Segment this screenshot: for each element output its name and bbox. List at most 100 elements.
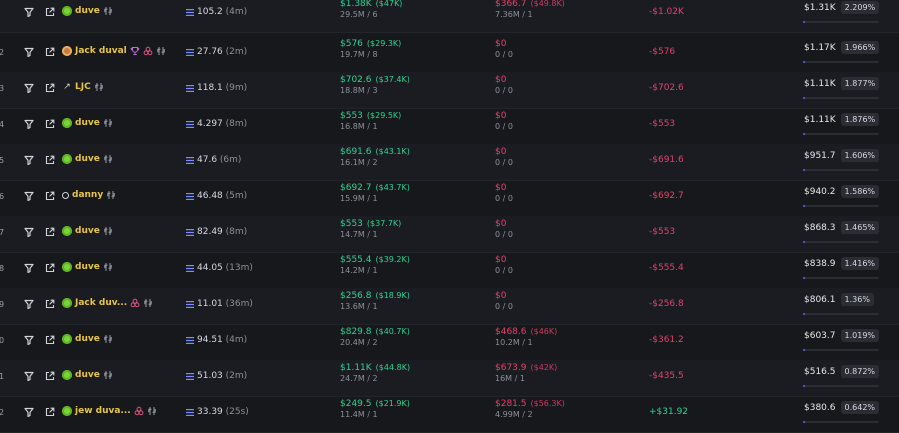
external-link-icon[interactable]: [45, 47, 55, 57]
filter-icon[interactable]: [24, 263, 34, 273]
external-link-icon[interactable]: [45, 7, 55, 17]
trader-cell[interactable]: danny: [62, 190, 116, 200]
bought-cell: 51.03 (2m): [197, 371, 247, 381]
trader-cell[interactable]: duve: [62, 154, 113, 164]
table-row[interactable]: 5 duve 47.6 (6m) $691.6 ($43.1K) 16.1M / 2 $0 0…: [0, 144, 899, 181]
invested-usd: ($43.1K): [375, 147, 410, 156]
bought-cell: 94.51 (4m): [197, 335, 247, 345]
trader-name[interactable]: duve: [75, 334, 100, 344]
cursor-avatar-icon: ↗: [63, 82, 71, 92]
bought-value: 44.05: [197, 263, 223, 273]
invested-usd: ($18.9K): [375, 291, 410, 300]
trader-name[interactable]: Jack duval: [75, 46, 127, 56]
invested-cell: $691.6 ($43.1K) 16.1M / 2: [340, 147, 410, 167]
trader-cell[interactable]: duve: [62, 262, 113, 272]
bought-value: 82.49: [197, 227, 223, 237]
trader-cell[interactable]: duve: [62, 6, 113, 16]
list-icon: [186, 85, 194, 92]
filter-icon[interactable]: [24, 227, 34, 237]
filter-icon[interactable]: [24, 83, 34, 93]
invested-main: $555.4 ($39.2K): [340, 255, 410, 265]
table-row[interactable]: duve 105.2 (4m) $1.38K ($47K) 29.5M / 6 $366.…: [0, 0, 899, 33]
invested-value: $691.6: [340, 147, 372, 157]
table-row[interactable]: 3 ↗ LJC 118.1 (9m) $702.6 ($37.4K) 18.8M / 3 $0…: [0, 72, 899, 109]
invested-tokens: 24.7M / 2: [340, 374, 378, 383]
bought-age: (25s): [225, 407, 249, 417]
trader-name[interactable]: duve: [75, 154, 100, 164]
smiley-avatar-icon: [62, 406, 72, 416]
sold-cell: $0 0 / 0: [495, 291, 513, 311]
trader-cell[interactable]: duve: [62, 370, 113, 380]
invested-usd: ($47K): [375, 0, 403, 8]
remaining-progress-fill: [803, 313, 805, 315]
filter-icon[interactable]: [24, 7, 34, 17]
table-row[interactable]: 1 duve 51.03 (2m) $1.11K ($44.8K) 24.7M / 2 $6…: [0, 360, 899, 397]
trader-cell[interactable]: ↗ LJC: [62, 82, 104, 92]
trader-name[interactable]: danny: [72, 190, 103, 200]
filter-icon[interactable]: [24, 371, 34, 381]
table-row[interactable]: 7 duve 82.49 (8m) $553 ($37.7K) 14.7M / 1 $0 0 …: [0, 216, 899, 253]
external-link-icon[interactable]: [45, 299, 55, 309]
remaining-value: $806.1: [804, 294, 836, 305]
filter-icon[interactable]: [24, 407, 34, 417]
sold-cell: $468.6 ($46K) 10.2M / 1: [495, 327, 557, 347]
filter-icon[interactable]: [24, 299, 34, 309]
table-row[interactable]: 9 Jack duv... 11.01 (36m) $256.8 ($18.9K) 13.…: [0, 288, 899, 325]
filter-icon[interactable]: [24, 119, 34, 129]
trader-cell[interactable]: jew duva...: [62, 406, 157, 416]
row-rank: 2: [0, 48, 5, 57]
remaining-progress-bar: [803, 97, 879, 99]
external-link-icon[interactable]: [45, 335, 55, 345]
trader-cell[interactable]: Jack duv...: [62, 298, 153, 308]
trader-name[interactable]: duve: [75, 118, 100, 128]
filter-icon[interactable]: [24, 155, 34, 165]
filter-icon[interactable]: [24, 335, 34, 345]
list-icon: [186, 49, 194, 56]
sold-cell: $0 0 / 0: [495, 183, 513, 203]
remaining-value: $838.9: [804, 258, 836, 269]
remaining-percent-badge: 0.642%: [840, 401, 880, 414]
table-row[interactable]: 4 duve 4.297 (8m) $553 ($29.5K) 16.8M / 1 $0 0 …: [0, 108, 899, 145]
invested-usd: ($44.8K): [375, 363, 411, 372]
trader-name[interactable]: duve: [75, 6, 100, 16]
invested-cell: $249.5 ($21.9K) 11.4M / 1: [340, 399, 410, 419]
balance-scale-icon: [103, 262, 113, 272]
row-rank: 1: [0, 372, 5, 381]
trader-name[interactable]: Jack duv...: [75, 298, 127, 308]
trader-cell[interactable]: Jack duval: [62, 46, 166, 56]
filter-icon[interactable]: [24, 47, 34, 57]
table-row[interactable]: 8 duve 44.05 (13m) $555.4 ($39.2K) 14.2M / 1 $…: [0, 252, 899, 289]
bought-cell: 33.39 (25s): [197, 407, 249, 417]
table-row[interactable]: 6 danny 46.48 (5m) $692.7 ($43.7K) 15.9M / 1 $…: [0, 180, 899, 217]
trader-cell[interactable]: duve: [62, 226, 113, 236]
table-row[interactable]: 2 Jack duval 27.76 (2m) $576 ($29.3K) 19.7M /…: [0, 36, 899, 73]
table-row[interactable]: 0 duve 94.51 (4m) $829.8 ($40.7K) 20.4M / 2 $4…: [0, 324, 899, 361]
invested-value: $555.4: [340, 255, 372, 265]
trader-name[interactable]: duve: [75, 262, 100, 272]
external-link-icon[interactable]: [45, 371, 55, 381]
external-link-icon[interactable]: [45, 227, 55, 237]
remaining-cell: $951.7 1.606%: [804, 149, 880, 162]
external-link-icon[interactable]: [45, 407, 55, 417]
trader-name[interactable]: duve: [75, 370, 100, 380]
trader-name[interactable]: jew duva...: [75, 406, 131, 416]
trader-name[interactable]: LJC: [75, 82, 91, 92]
bundle-icon: [134, 406, 144, 416]
external-link-icon[interactable]: [45, 263, 55, 273]
trader-cell[interactable]: duve: [62, 334, 113, 344]
trader-cell[interactable]: duve: [62, 118, 113, 128]
external-link-icon[interactable]: [45, 191, 55, 201]
table-row[interactable]: 2 jew duva... 33.39 (25s) $249.5 ($21.9K) 11.…: [0, 396, 899, 433]
filter-icon[interactable]: [24, 191, 34, 201]
external-link-icon[interactable]: [45, 155, 55, 165]
external-link-icon[interactable]: [45, 119, 55, 129]
invested-tokens: 11.4M / 1: [340, 410, 378, 419]
bought-value: 33.39: [197, 407, 223, 417]
list-icon: [186, 301, 194, 308]
sold-main: $281.5 ($56.3K): [495, 399, 565, 409]
external-link-icon[interactable]: [45, 83, 55, 93]
trader-name[interactable]: duve: [75, 226, 100, 236]
row-rank: 4: [0, 120, 5, 129]
sold-tokens: 0 / 0: [495, 86, 513, 95]
remaining-progress-fill: [803, 421, 805, 423]
